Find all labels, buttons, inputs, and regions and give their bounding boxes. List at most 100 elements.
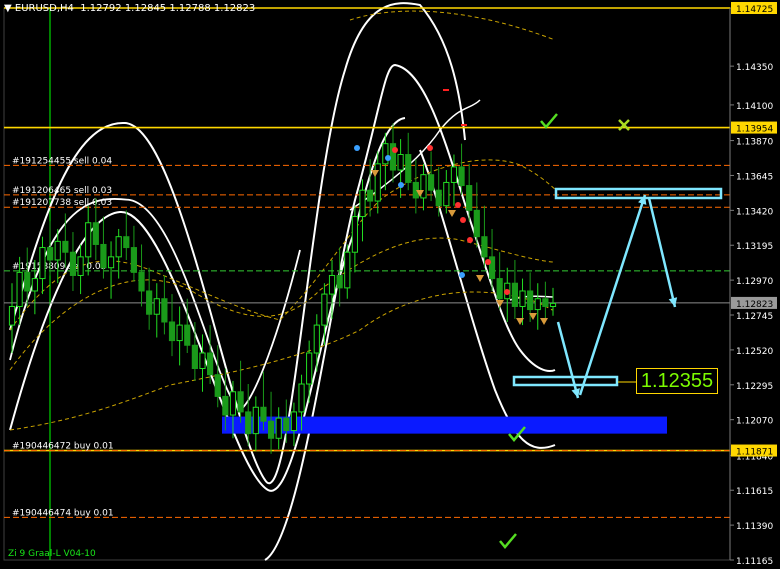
price-tick-label-7: 1.12970 xyxy=(736,277,773,287)
signal-triangle-2 xyxy=(448,210,456,217)
symbol-timeframe: EURUSD,H4 xyxy=(14,3,74,14)
candle-body-14 xyxy=(115,236,122,258)
order-label-4: #190446472 buy 0.01 xyxy=(12,442,114,452)
candle-body-25 xyxy=(199,352,206,370)
price-tag-0: 1.14725 xyxy=(736,5,773,15)
price-tick-label-6: 1.13195 xyxy=(736,242,773,252)
candle-body-45 xyxy=(351,216,358,253)
check-mark-icon xyxy=(540,113,558,129)
price-tick-label-2: 1.14100 xyxy=(736,102,773,112)
cross-mark-icon xyxy=(618,119,630,131)
candle-body-23 xyxy=(184,324,191,346)
candle-body-39 xyxy=(306,352,313,385)
price-tick-label-15: 1.11165 xyxy=(736,557,773,567)
envelope-right-upper xyxy=(264,63,556,561)
moving-average-mid xyxy=(9,237,554,371)
moving-average-fast xyxy=(9,291,554,431)
candle-body-38 xyxy=(298,383,305,413)
candle-body-13 xyxy=(107,256,115,269)
signal-dot-9 xyxy=(354,145,360,151)
moving-average-top xyxy=(349,10,556,41)
candle-body-29 xyxy=(229,391,237,416)
order-label-5: #190446474 buy 0.01 xyxy=(12,508,114,518)
candle-body-1 xyxy=(16,271,23,307)
candle-body-41 xyxy=(321,293,328,326)
candle-body-3 xyxy=(31,278,38,292)
price-tag-3: 1.11871 xyxy=(736,448,773,458)
candle-body-46 xyxy=(359,189,366,218)
order-label-1: #191206465 sell 0.03 xyxy=(12,186,112,196)
projection-arrow-pullback xyxy=(647,197,677,308)
candle-body-62 xyxy=(481,236,488,258)
candle-body-47 xyxy=(367,189,374,202)
candle-body-42 xyxy=(328,274,336,295)
projection-arrow-up-head xyxy=(638,195,647,205)
price-chart[interactable]: #191254455 sell 0.04 #191206465 sell 0.03… xyxy=(0,0,780,569)
price-tick-label-10: 1.12295 xyxy=(736,382,773,392)
candle-body-4 xyxy=(39,247,46,280)
price-tag-2: 1.12823 xyxy=(736,300,773,310)
candle-body-51 xyxy=(397,154,404,171)
target-box-lower xyxy=(512,375,619,387)
ohlc-close: 1.12823 xyxy=(213,3,256,14)
candle-body-20 xyxy=(161,298,168,323)
candle-body-34 xyxy=(267,420,275,439)
candle-body-21 xyxy=(168,321,176,342)
candle-body-55 xyxy=(427,174,435,191)
price-tick-label-14: 1.11390 xyxy=(736,522,773,532)
price-tick-label-4: 1.13645 xyxy=(736,172,773,182)
ohlc-high: 1.12845 xyxy=(124,3,167,14)
candle-body-2 xyxy=(24,271,31,292)
candle-body-56 xyxy=(435,189,442,207)
candle-body-35 xyxy=(275,417,282,439)
price-tag-1: 1.13954 xyxy=(736,125,773,135)
candle-body-59 xyxy=(458,166,465,187)
price-tick-label-8: 1.12745 xyxy=(736,312,773,322)
candle-body-24 xyxy=(191,344,198,370)
signal-dot-1 xyxy=(385,155,391,161)
candle-body-28 xyxy=(222,395,229,416)
candle-body-7 xyxy=(62,240,69,253)
signal-dot-2 xyxy=(427,145,433,151)
signal-triangle-7 xyxy=(540,318,548,325)
candle-body-57 xyxy=(443,181,450,207)
candle-body-61 xyxy=(473,209,480,238)
signal-dot-6 xyxy=(459,272,465,278)
signal-dot-0 xyxy=(392,147,398,153)
price-tick-label-1: 1.14350 xyxy=(736,63,773,73)
candle-body-70 xyxy=(542,298,549,307)
signal-dot-10 xyxy=(398,182,404,188)
candle-body-5 xyxy=(46,247,54,261)
ohlc-low: 1.12788 xyxy=(169,3,211,14)
candle-body-12 xyxy=(100,243,107,269)
check-mark-icon xyxy=(499,533,517,549)
signal-triangle-3 xyxy=(476,275,484,282)
candle-body-68 xyxy=(527,290,534,311)
candle-body-15 xyxy=(123,236,130,249)
candle-body-26 xyxy=(207,352,214,376)
symbol-header: ▼ EURUSD,H4 1.12792 1.12845 1.12788 1.12… xyxy=(4,3,255,14)
candle-body-40 xyxy=(313,324,320,354)
candle-body-52 xyxy=(405,154,412,183)
signal-dot-3 xyxy=(455,202,461,208)
signal-dot-8 xyxy=(485,259,491,265)
price-tick-label-5: 1.13420 xyxy=(736,207,773,217)
candle-body-58 xyxy=(450,166,458,183)
candle-body-6 xyxy=(54,240,61,261)
plot-frame xyxy=(3,7,731,561)
price-tick-label-9: 1.12520 xyxy=(736,347,773,357)
candle-body-54 xyxy=(420,174,427,199)
signal-dot-4 xyxy=(460,217,466,223)
signal-dot-5 xyxy=(467,237,473,243)
candle-body-44 xyxy=(344,251,351,289)
collapse-arrow-icon[interactable]: ▼ xyxy=(4,3,12,14)
candle-body-18 xyxy=(146,290,153,315)
candle-body-22 xyxy=(176,324,183,342)
candle-body-67 xyxy=(519,290,526,307)
candle-body-16 xyxy=(130,247,138,273)
candle-body-33 xyxy=(260,406,267,422)
candle-body-27 xyxy=(214,374,221,397)
indicator-name: Zi 9 Graal-L V04-10 xyxy=(8,549,96,559)
candle-body-48 xyxy=(374,163,381,202)
candle-body-32 xyxy=(252,406,259,435)
